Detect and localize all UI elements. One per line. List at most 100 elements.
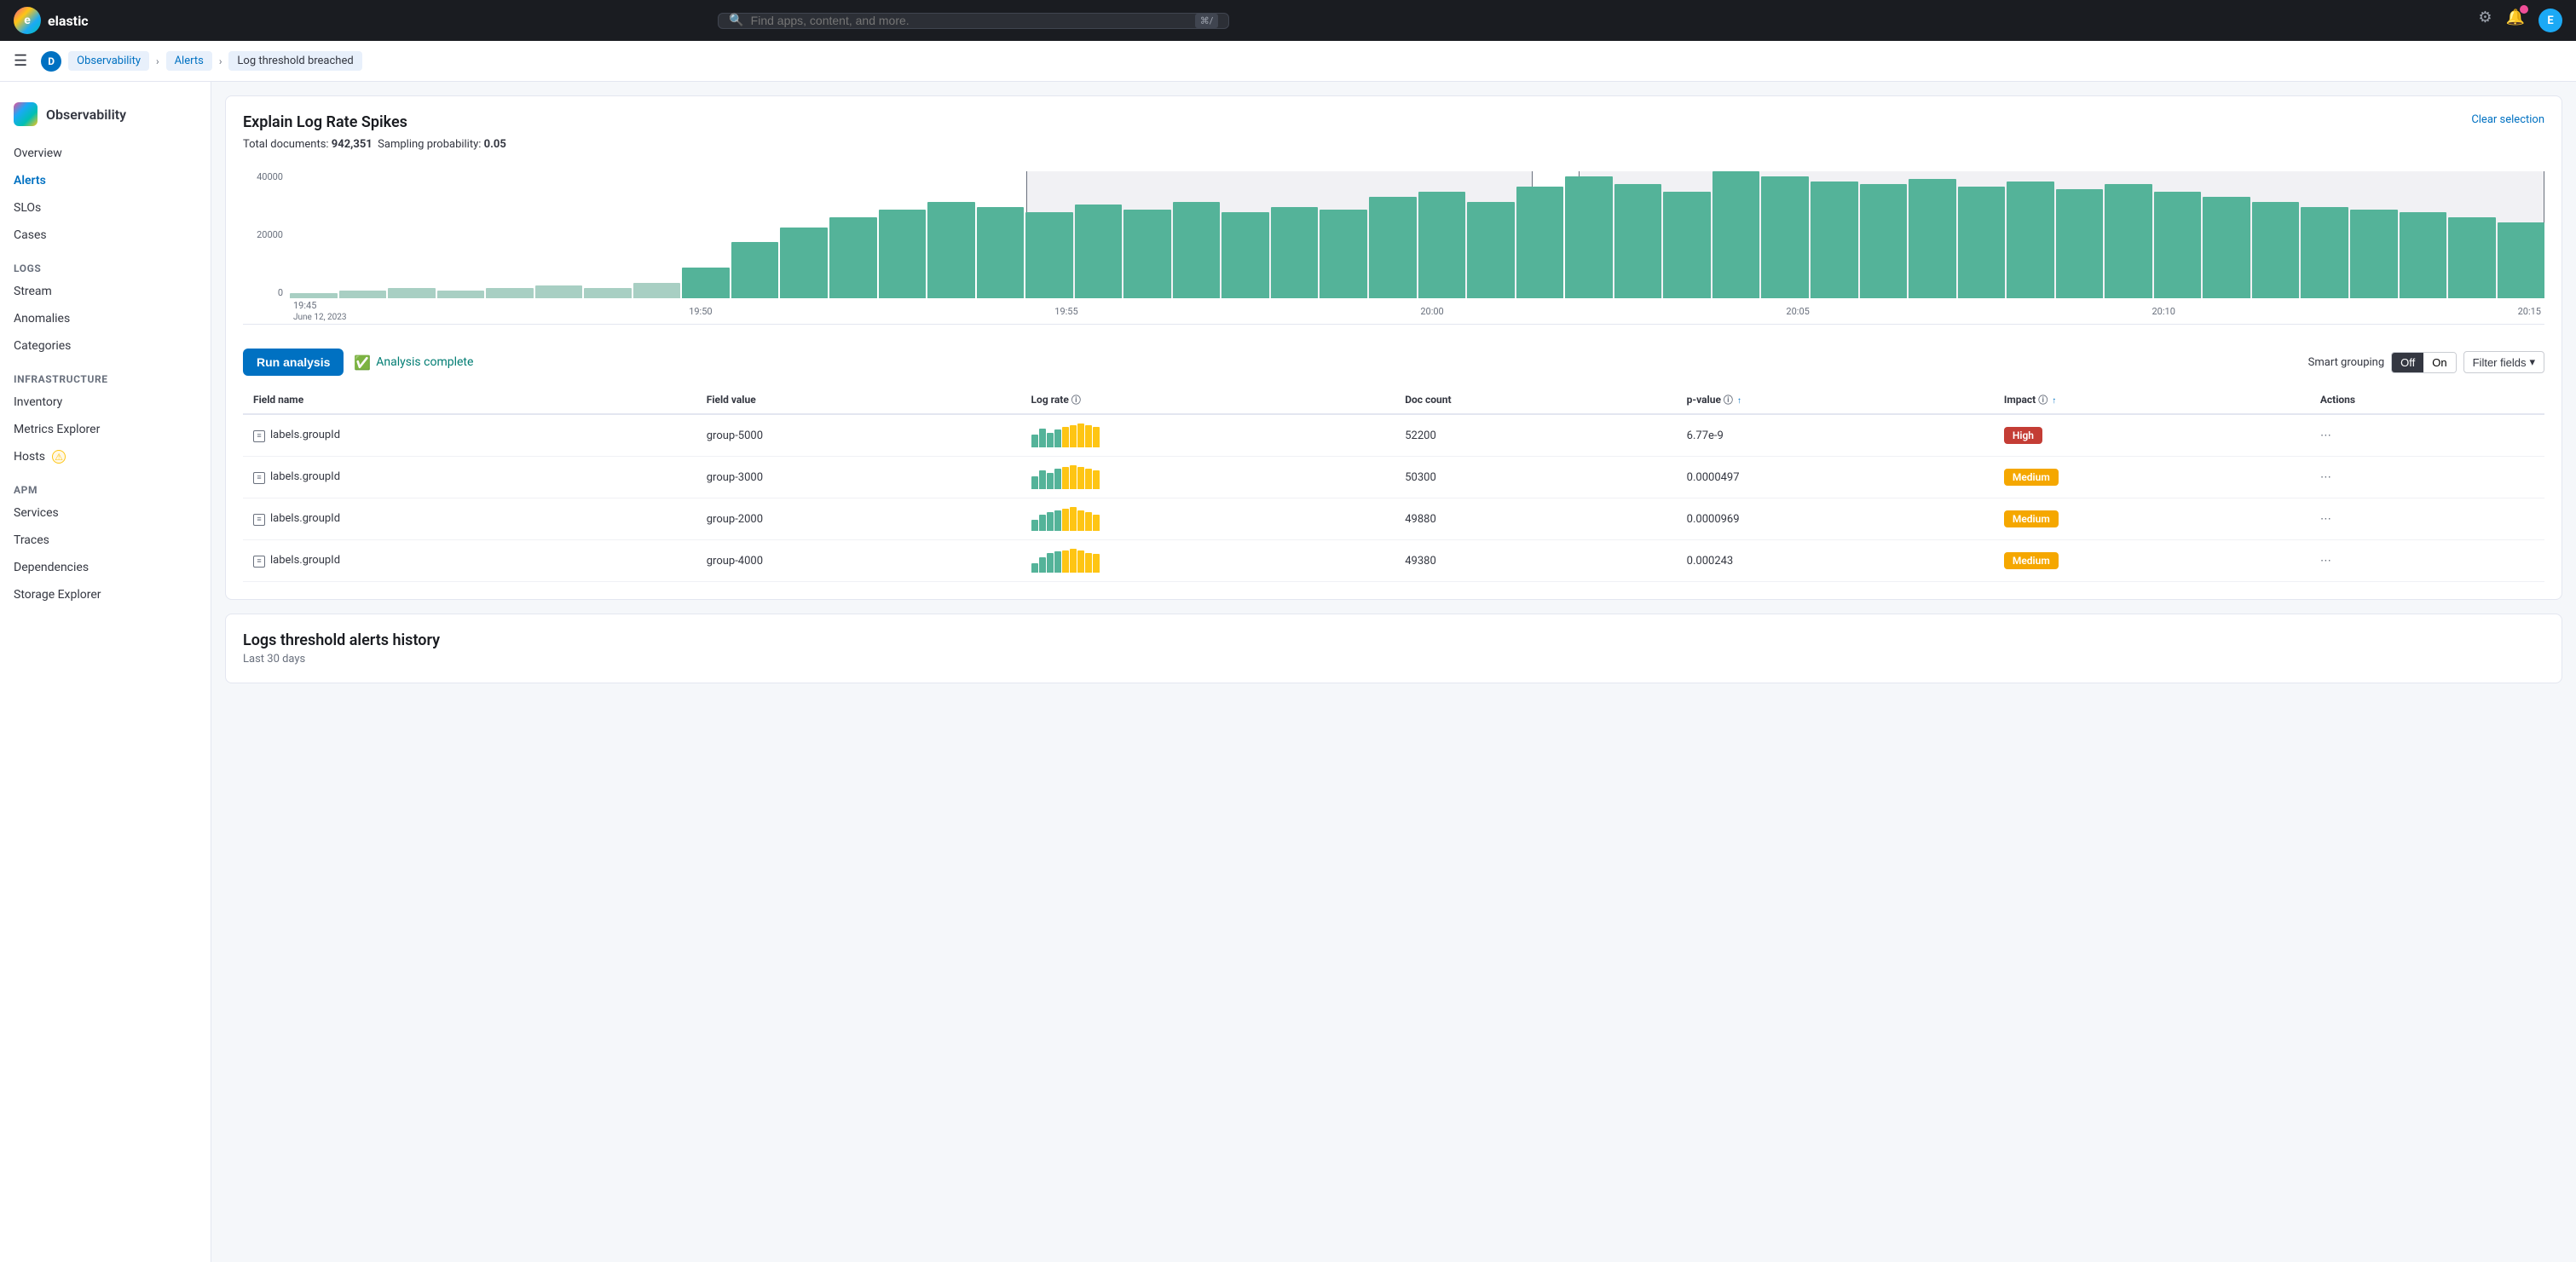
mini-bar (1085, 553, 1092, 573)
chart-bar (339, 291, 387, 298)
cell-doc-count: 52200 (1395, 414, 1676, 457)
clear-selection-button[interactable]: Clear selection (2471, 113, 2544, 126)
toggle-on-button[interactable]: On (2423, 353, 2455, 372)
warning-icon: ⚠ (52, 450, 66, 464)
history-card: Logs threshold alerts history Last 30 da… (225, 614, 2562, 683)
chart-bar (2400, 212, 2447, 298)
elastic-logo[interactable]: e elastic (14, 7, 89, 34)
sidebar-item-dependencies[interactable]: Dependencies (0, 554, 211, 581)
mini-bar (1085, 425, 1092, 447)
table-row: ≡labels.groupIdgroup-3000503000.0000497M… (243, 457, 2544, 498)
cell-impact: Medium (1994, 457, 2310, 498)
run-analysis-button[interactable]: Run analysis (243, 349, 344, 376)
breadcrumb-alerts[interactable]: Alerts (166, 51, 212, 71)
chart-bar (1320, 210, 1367, 298)
mini-bar (1070, 507, 1077, 531)
cell-log-rate (1021, 498, 1395, 540)
filter-fields-label: Filter fields (2473, 356, 2527, 369)
sidebar-item-stream[interactable]: Stream (0, 278, 211, 305)
sidebar-item-label: Metrics Explorer (14, 423, 100, 436)
actions-menu-button[interactable]: ⋯ (2320, 471, 2333, 484)
cell-actions[interactable]: ⋯ (2310, 457, 2544, 498)
cell-impact: High (1994, 414, 2310, 457)
cell-field-name: ≡labels.groupId (243, 414, 696, 457)
actions-menu-button[interactable]: ⋯ (2320, 513, 2333, 526)
hamburger-menu[interactable]: ☰ (14, 52, 27, 70)
sidebar-item-cases[interactable]: Cases (0, 222, 211, 249)
history-subtitle: Last 30 days (243, 653, 2544, 666)
chart-bar (2252, 202, 2300, 298)
sidebar-item-hosts[interactable]: Hosts ⚠ (0, 443, 211, 470)
sidebar-item-storage-explorer[interactable]: Storage Explorer (0, 581, 211, 608)
elastic-logo-text: elastic (48, 13, 89, 29)
chart-bar (1761, 176, 1809, 298)
table-row: ≡labels.groupIdgroup-4000493800.000243Me… (243, 540, 2544, 582)
mini-bar (1070, 425, 1077, 447)
sidebar-item-label: Overview (14, 147, 62, 160)
sidebar-item-slos[interactable]: SLOs (0, 194, 211, 222)
cell-actions[interactable]: ⋯ (2310, 540, 2544, 582)
sidebar-item-metrics-explorer[interactable]: Metrics Explorer (0, 416, 211, 443)
sidebar-item-label: Hosts (14, 450, 45, 464)
sidebar-item-categories[interactable]: Categories (0, 332, 211, 360)
sidebar-item-overview[interactable]: Overview (0, 140, 211, 167)
y-label-40000: 40000 (257, 171, 283, 182)
sidebar-item-label: SLOs (14, 201, 41, 215)
cell-field-name: ≡labels.groupId (243, 540, 696, 582)
filter-fields-button[interactable]: Filter fields ▾ (2463, 351, 2544, 373)
chart-bar (1663, 192, 1711, 298)
col-field-value: Field value (696, 386, 1021, 414)
sidebar-item-anomalies[interactable]: Anomalies (0, 305, 211, 332)
mini-bar (1093, 427, 1100, 447)
impact-sort-icon[interactable]: ↑ (2052, 396, 2056, 406)
breadcrumb-observability[interactable]: Observability (68, 51, 149, 71)
user-avatar[interactable]: E (2538, 9, 2562, 32)
sidebar-item-services[interactable]: Services (0, 499, 211, 527)
mini-chart (1031, 507, 1100, 531)
chart-bar (1860, 184, 1908, 298)
search-input[interactable] (751, 14, 1188, 27)
notifications-icon[interactable]: 🔔 (2506, 9, 2525, 32)
mini-bar (1031, 520, 1038, 531)
smart-grouping-label: Smart grouping (2308, 356, 2385, 369)
breadcrumb-separator-2: › (219, 55, 222, 67)
mini-bar (1031, 563, 1038, 573)
sidebar-brand: Observability (0, 95, 211, 140)
cell-actions[interactable]: ⋯ (2310, 498, 2544, 540)
sidebar-item-traces[interactable]: Traces (0, 527, 211, 554)
mini-bar (1031, 476, 1038, 489)
y-label-20000: 20000 (257, 229, 283, 240)
toggle-off-button[interactable]: Off (2392, 353, 2423, 372)
chart-bar (1565, 176, 1613, 298)
sidebar-item-label: Categories (14, 339, 71, 353)
settings-icon[interactable]: ⚙ (2478, 9, 2492, 32)
cell-actions[interactable]: ⋯ (2310, 414, 2544, 457)
log-rate-chart: 40000 20000 0 Baseline Deviation (243, 171, 2544, 325)
chart-bar (2007, 182, 2054, 298)
actions-menu-button[interactable]: ⋯ (2320, 555, 2333, 568)
chart-bar (1075, 205, 1123, 298)
col-actions: Actions (2310, 386, 2544, 414)
chart-bar (388, 288, 436, 298)
sidebar-item-inventory[interactable]: Inventory (0, 389, 211, 416)
sidebar-brand-name: Observability (46, 107, 126, 123)
cell-log-rate (1021, 540, 1395, 582)
breadcrumb-current: Log threshold breached (228, 51, 361, 71)
breadcrumb-bar: ☰ D Observability › Alerts › Log thresho… (0, 41, 2576, 82)
keyboard-shortcut: ⌘/ (1195, 14, 1219, 28)
mini-chart (1031, 465, 1100, 489)
col-doc-count: Doc count (1395, 386, 1676, 414)
chart-bar (1713, 171, 1760, 298)
sidebar-item-label: Cases (14, 228, 47, 242)
col-p-value: p-value ⓘ ↑ (1677, 386, 1994, 414)
p-value-sort-icon[interactable]: ↑ (1737, 396, 1741, 406)
actions-menu-button[interactable]: ⋯ (2320, 429, 2333, 442)
chart-bar (879, 210, 927, 298)
chart-bar (535, 285, 583, 298)
cell-p-value: 6.77e-9 (1677, 414, 1994, 457)
check-circle-icon: ✅ (354, 354, 371, 371)
x-label-2010: 20:10 (2152, 306, 2175, 317)
sidebar-item-alerts[interactable]: Alerts (0, 167, 211, 194)
search-bar[interactable]: 🔍 ⌘/ (718, 13, 1229, 29)
mini-bar (1062, 467, 1069, 489)
